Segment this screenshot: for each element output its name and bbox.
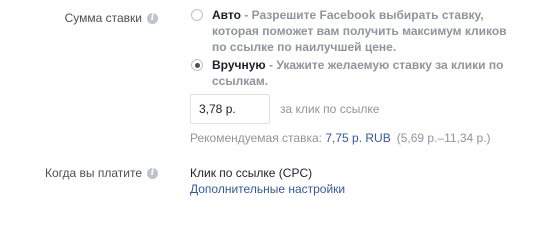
bid-amount-label-row: Сумма ставки i	[65, 11, 158, 25]
radio-auto-name: Авто	[212, 8, 241, 22]
when-you-pay-label-row: Когда вы платите i	[45, 166, 158, 180]
info-icon[interactable]: i	[147, 12, 158, 24]
bid-input-suffix: за клик по ссылке	[280, 102, 380, 116]
bid-settings-panel: Сумма ставки i Авто - Разрешите Facebook…	[0, 0, 560, 205]
radio-manual-name: Вручную	[212, 58, 266, 72]
bid-amount-label: Сумма ставки	[64, 11, 142, 25]
advanced-settings-link[interactable]: Дополнительные настройки	[190, 182, 345, 196]
billing-event-value: Клик по ссылке (CPC)	[190, 166, 313, 180]
bid-amount-input[interactable]	[190, 94, 270, 124]
radio-option-auto[interactable]: Авто - Разрешите Facebook выбирать ставк…	[191, 7, 521, 55]
recommended-bid-range: (5,69 р.–11,34 р.)	[396, 131, 491, 145]
radio-manual[interactable]	[191, 59, 203, 71]
radio-manual-text: Вручную - Укажите желаемую ставку за кли…	[212, 58, 504, 88]
recommended-bid-label: Рекомендуемая ставка:	[190, 131, 326, 145]
radio-auto-text: Авто - Разрешите Facebook выбирать ставк…	[212, 8, 507, 54]
recommended-bid-value: 7,75 р. RUB	[325, 131, 391, 145]
when-you-pay-label: Когда вы платите	[45, 166, 142, 180]
radio-auto[interactable]	[191, 9, 203, 21]
info-icon[interactable]: i	[147, 167, 158, 179]
radio-auto-description: Разрешите Facebook выбирать ставку, кото…	[212, 8, 507, 54]
recommended-bid: Рекомендуемая ставка: 7,75 р. RUB (5,69 р…	[190, 131, 491, 145]
radio-option-manual[interactable]: Вручную - Укажите желаемую ставку за кли…	[191, 57, 521, 89]
